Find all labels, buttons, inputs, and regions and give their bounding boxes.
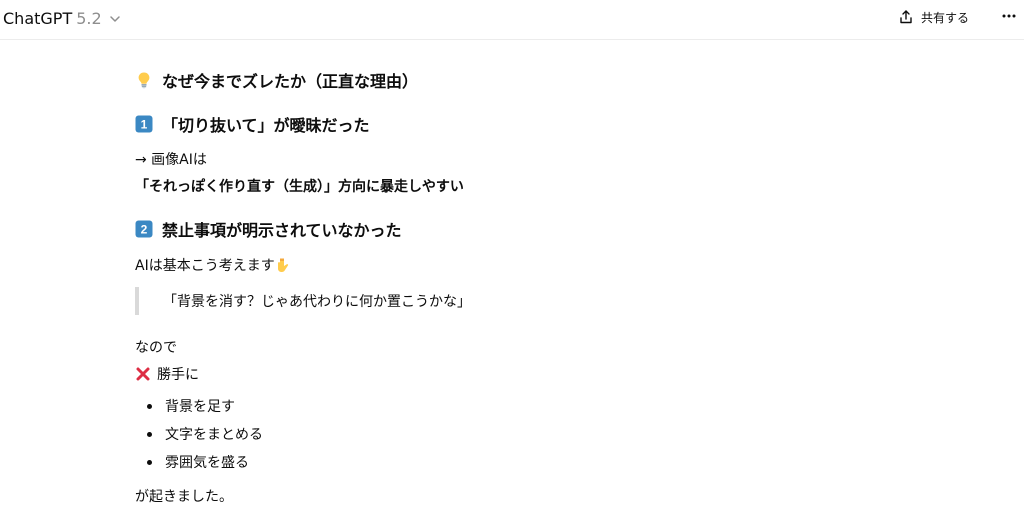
list-item: 背景を足す xyxy=(135,392,895,420)
more-horizontal-icon xyxy=(1002,14,1016,18)
svg-text:1: 1 xyxy=(141,118,148,132)
bullet-dot xyxy=(147,460,152,465)
model-name: ChatGPT xyxy=(3,8,73,28)
model-switcher[interactable]: ChatGPT 5.2 xyxy=(3,6,122,30)
chevron-down-icon xyxy=(109,16,120,22)
keycap-2-icon: 2 xyxy=(135,220,153,238)
bullet-dot xyxy=(147,404,152,409)
intro-text: AIは基本こう考えます xyxy=(135,258,275,274)
section1-heading: 1 「切り抜いて」が曖昧だった xyxy=(135,113,895,135)
share-label: 共有する xyxy=(921,10,970,25)
share-icon xyxy=(900,10,912,24)
section1-heading-text: 「切り抜いて」が曖昧だった xyxy=(162,116,370,135)
section2-heading: 2 禁止事項が明示されていなかった xyxy=(135,218,895,240)
section1-bold-line: 「それっぽく作り直す（生成）」方向に暴走しやすい xyxy=(135,179,464,195)
x-line-text: 勝手に xyxy=(157,367,199,383)
so-line: なので xyxy=(135,340,177,356)
top-bar: ChatGPT 5.2 共有する xyxy=(0,0,1024,40)
svg-text:2: 2 xyxy=(141,223,148,237)
section2-intro: AIは基本こう考えます xyxy=(135,255,895,275)
quote-text: 「背景を消す？じゃあ代わりに何か置こうかな」 xyxy=(163,294,471,310)
section2-heading-text: 禁止事項が明示されていなかった xyxy=(162,221,402,240)
list-item: 文字をまとめる xyxy=(135,420,895,448)
title-text: なぜ今までズレたか（正直な理由） xyxy=(162,72,419,91)
more-options-button[interactable] xyxy=(998,4,1020,28)
lightbulb-icon xyxy=(138,72,150,89)
keycap-1-icon: 1 xyxy=(135,115,153,133)
cross-mark-icon xyxy=(136,367,150,381)
list-item-text: 文字をまとめる xyxy=(165,427,263,443)
section1-arrow-line: → 画像AIは xyxy=(135,152,207,168)
blockquote: 「背景を消す？じゃあ代わりに何か置こうかな」 xyxy=(135,287,895,315)
model-version: 5.2 xyxy=(76,8,102,28)
bullet-dot xyxy=(147,432,152,437)
bullet-list: 背景を足す 文字をまとめる 雰囲気を盛る xyxy=(135,392,895,476)
list-item-text: 雰囲気を盛る xyxy=(165,455,249,471)
share-button[interactable]: 共有する xyxy=(898,5,969,29)
list-item: 雰囲気を盛る xyxy=(135,448,895,476)
list-item-text: 背景を足す xyxy=(165,399,235,415)
x-line: 勝手に xyxy=(135,364,895,384)
conclusion-line: が起きました。 xyxy=(135,489,233,505)
message-title: なぜ今までズレたか（正直な理由） xyxy=(135,69,895,91)
pointing-down-icon xyxy=(277,258,288,272)
